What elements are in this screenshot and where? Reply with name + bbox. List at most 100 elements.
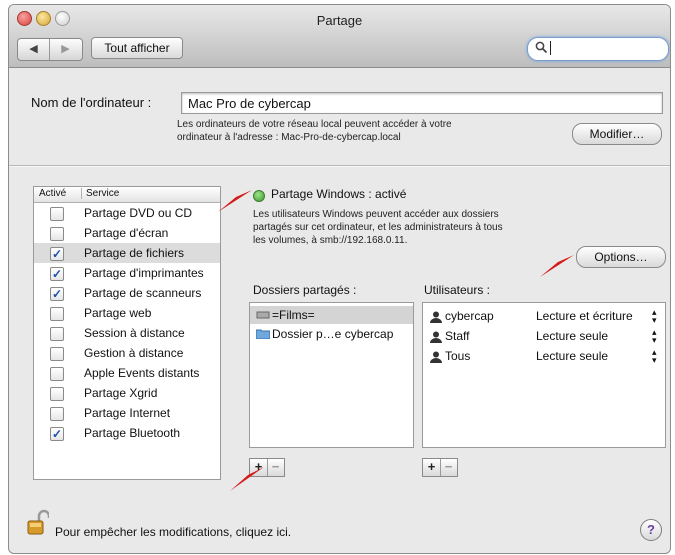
status-title: Partage Windows : activé bbox=[271, 187, 407, 201]
service-row[interactable]: Partage d'écran bbox=[34, 223, 220, 243]
service-label: Partage DVD ou CD bbox=[84, 206, 193, 220]
service-checkbox[interactable] bbox=[50, 227, 64, 241]
separator bbox=[9, 165, 670, 167]
status-description: Les utilisateurs Windows peuvent accéder… bbox=[253, 208, 503, 247]
column-service[interactable]: Service bbox=[81, 188, 119, 199]
service-label: Partage Xgrid bbox=[84, 386, 158, 400]
nav-buttons: ◀ ▶ bbox=[17, 38, 83, 61]
modify-button[interactable]: Modifier… bbox=[572, 123, 662, 145]
folder-row[interactable]: Dossier p…e cybercap bbox=[250, 325, 413, 343]
user-row[interactable]: Tous Lecture seule ▴ ▾ bbox=[423, 348, 665, 366]
popup-arrows-icon: ▴ ▾ bbox=[652, 347, 657, 365]
help-button[interactable]: ? bbox=[640, 519, 662, 541]
service-row[interactable]: Apple Events distants bbox=[34, 363, 220, 383]
show-all-button[interactable]: Tout afficher bbox=[91, 37, 183, 59]
popup-arrows-icon: ▴ ▾ bbox=[652, 327, 657, 345]
folder-row[interactable]: =Films= bbox=[250, 306, 413, 324]
window-title: Partage bbox=[316, 13, 363, 28]
computer-name-label: Nom de l'ordinateur : bbox=[31, 95, 152, 110]
service-label: Partage d'imprimantes bbox=[84, 266, 204, 280]
status-indicator bbox=[253, 190, 265, 202]
remove-folder-button[interactable]: − bbox=[267, 459, 284, 476]
magnifier-icon bbox=[535, 41, 548, 57]
service-label: Session à distance bbox=[84, 326, 185, 340]
service-row[interactable]: Partage DVD ou CD bbox=[34, 203, 220, 223]
permission-popup[interactable]: Lecture et écriture bbox=[536, 309, 633, 323]
annotation-arrow bbox=[218, 190, 252, 212]
back-button[interactable]: ◀ bbox=[18, 39, 50, 60]
service-label: Partage d'écran bbox=[84, 226, 169, 240]
service-checkbox[interactable]: ✓ bbox=[50, 427, 64, 441]
annotation-arrow bbox=[230, 467, 264, 491]
search-field[interactable] bbox=[527, 37, 669, 61]
user-name: cybercap bbox=[445, 309, 494, 323]
note-line: Les ordinateurs de votre réseau local pe… bbox=[177, 119, 452, 130]
service-label: Partage Bluetooth bbox=[84, 426, 181, 440]
service-row[interactable]: Partage web bbox=[34, 303, 220, 323]
service-label: Apple Events distants bbox=[84, 366, 200, 380]
user-row[interactable]: cybercap Lecture et écriture ▴ ▾ bbox=[423, 308, 665, 326]
shared-folders-list: =Films= Dossier p…e cybercap bbox=[249, 302, 414, 448]
service-row[interactable]: Session à distance bbox=[34, 323, 220, 343]
service-checkbox[interactable]: ✓ bbox=[50, 247, 64, 261]
search-input[interactable] bbox=[550, 41, 551, 55]
service-checkbox[interactable] bbox=[50, 327, 64, 341]
folder-icon bbox=[255, 328, 271, 340]
permission-popup[interactable]: Lecture seule bbox=[536, 329, 608, 343]
user-row[interactable]: Staff Lecture seule ▴ ▾ bbox=[423, 328, 665, 346]
user-name: Staff bbox=[445, 329, 470, 343]
service-label: Partage de scanneurs bbox=[84, 286, 202, 300]
service-checkbox[interactable] bbox=[50, 367, 64, 381]
permission-popup[interactable]: Lecture seule bbox=[536, 349, 608, 363]
service-row[interactable]: ✓ Partage Bluetooth bbox=[34, 423, 220, 443]
user-name: Tous bbox=[445, 349, 471, 363]
note-line: ordinateur à l'adresse : Mac-Pro-de-cybe… bbox=[177, 132, 401, 143]
lock-message[interactable]: Pour empêcher les modifications, cliquez… bbox=[55, 525, 291, 539]
service-label: Partage web bbox=[84, 306, 152, 320]
forward-button[interactable]: ▶ bbox=[50, 39, 81, 60]
service-row[interactable]: Partage Xgrid bbox=[34, 383, 220, 403]
services-header: Activé Service bbox=[34, 187, 220, 203]
service-checkbox[interactable]: ✓ bbox=[50, 267, 64, 281]
volume-icon bbox=[256, 309, 270, 320]
users-list: cybercap Lecture et écriture ▴ ▾ Staff Lectur… bbox=[422, 302, 666, 448]
add-user-button[interactable]: + bbox=[423, 459, 441, 476]
service-row[interactable]: ✓ Partage de scanneurs bbox=[34, 283, 220, 303]
title-bar: Partage ◀ ▶ Tout afficher bbox=[9, 5, 670, 68]
service-checkbox[interactable] bbox=[50, 207, 64, 221]
service-label: Gestion à distance bbox=[84, 346, 184, 360]
user-icon bbox=[429, 311, 442, 323]
service-row[interactable]: ✓ Partage de fichiers bbox=[34, 243, 220, 263]
desc-line: partagés sur cet ordinateur, et les admi… bbox=[253, 222, 503, 233]
shared-folders-heading: Dossiers partagés : bbox=[253, 283, 357, 297]
users-add-remove: + − bbox=[422, 458, 458, 477]
service-row[interactable]: ✓ Partage d'imprimantes bbox=[34, 263, 220, 283]
everyone-icon bbox=[429, 351, 442, 363]
service-checkbox[interactable]: ✓ bbox=[50, 287, 64, 301]
sharing-window: Partage ◀ ▶ Tout afficher Nom de l'ordin… bbox=[8, 4, 671, 554]
service-label: Partage de fichiers bbox=[84, 246, 185, 260]
computer-name-field[interactable]: Mac Pro de cybercap bbox=[181, 92, 663, 114]
lock-icon[interactable] bbox=[27, 509, 51, 540]
computer-name-value[interactable]: Mac Pro de cybercap bbox=[188, 96, 311, 111]
service-checkbox[interactable] bbox=[50, 387, 64, 401]
users-heading: Utilisateurs : bbox=[424, 283, 491, 297]
desc-line: les volumes, à smb://192.168.0.11. bbox=[253, 235, 408, 246]
group-icon bbox=[429, 331, 442, 343]
services-list: Activé Service Partage DVD ou CD Partage … bbox=[33, 186, 221, 480]
popup-arrows-icon: ▴ ▾ bbox=[652, 307, 657, 325]
annotation-arrow bbox=[540, 255, 574, 277]
service-checkbox[interactable] bbox=[50, 347, 64, 361]
folder-label: Dossier p…e cybercap bbox=[272, 327, 394, 341]
service-label: Partage Internet bbox=[84, 406, 171, 420]
options-button[interactable]: Options… bbox=[576, 246, 666, 268]
remove-user-button[interactable]: − bbox=[440, 459, 457, 476]
service-row[interactable]: Gestion à distance bbox=[34, 343, 220, 363]
service-checkbox[interactable] bbox=[50, 307, 64, 321]
desc-line: Les utilisateurs Windows peuvent accéder… bbox=[253, 209, 499, 220]
service-checkbox[interactable] bbox=[50, 407, 64, 421]
column-active[interactable]: Activé bbox=[39, 188, 66, 199]
folder-label: =Films= bbox=[272, 308, 315, 322]
service-row[interactable]: Partage Internet bbox=[34, 403, 220, 423]
computer-address-note: Les ordinateurs de votre réseau local pe… bbox=[177, 118, 452, 144]
